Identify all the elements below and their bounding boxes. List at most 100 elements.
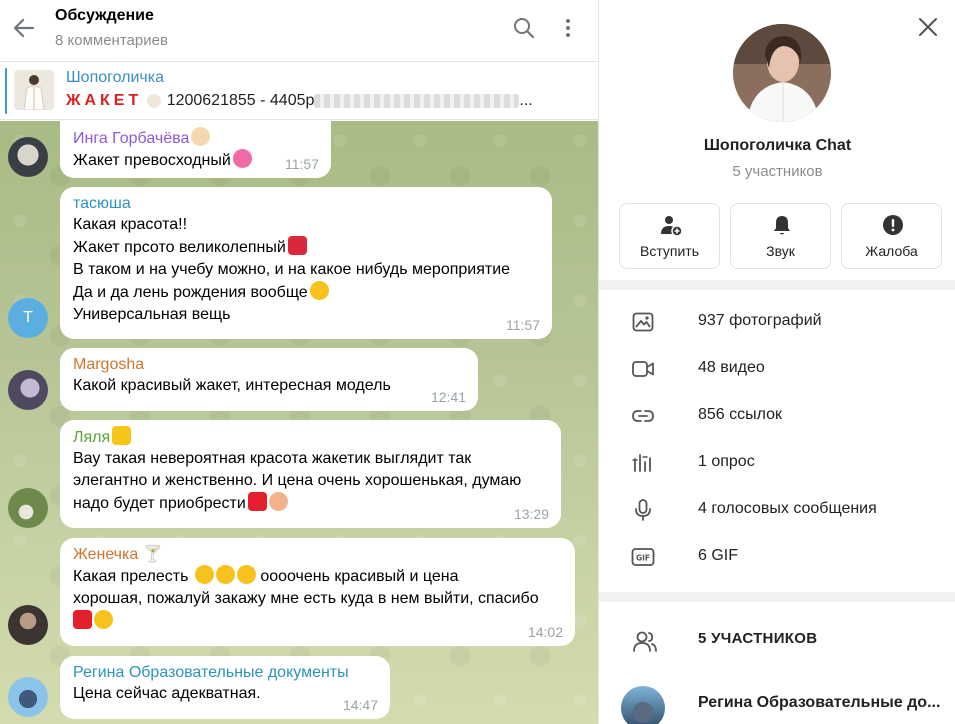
message-bubble: Margosha Какой красивый жакет, интересна…	[60, 348, 478, 411]
message-author[interactable]: Женечка 🍸	[73, 544, 562, 565]
pinned-thumbnail	[14, 70, 54, 110]
message-bubble: Регина Образовательные документы Цена се…	[60, 656, 390, 719]
svg-text:GIF: GIF	[636, 554, 650, 563]
message-text: Жакет превосходный	[73, 149, 318, 172]
videos-count: 48 видео	[698, 359, 765, 376]
photo-icon	[632, 312, 654, 332]
message-time: 11:57	[285, 156, 319, 172]
member-name: Регина Образовательные до...	[698, 694, 941, 711]
blurred-emoji	[146, 93, 161, 108]
hamster-emoji	[191, 127, 211, 146]
report-icon	[883, 215, 903, 235]
message-text: Какая красота!! Жакет прсото великолепны…	[73, 216, 511, 323]
heart-eyes-emoji	[309, 281, 329, 300]
avatar[interactable]	[8, 370, 48, 410]
message-author[interactable]: Инга Горбачёва	[73, 127, 318, 149]
smiling-hearts-emoji	[194, 565, 214, 584]
members-header: 5 УЧАСТНИКОВ	[599, 620, 955, 664]
members-icon	[633, 631, 657, 652]
photos-row[interactable]: 937 фотографий	[599, 300, 955, 344]
blurred-text	[314, 93, 520, 108]
polls-row[interactable]: 1 опрос	[599, 441, 955, 485]
links-row[interactable]: 856 ссылок	[599, 394, 955, 438]
pinned-post[interactable]: Шопоголичка ЖАКЕТ 1200621855 - 4405р...	[0, 62, 598, 120]
chat-name: Шопоголичка Chat	[703, 137, 852, 154]
poll-icon	[632, 454, 651, 472]
chat-header: Обсуждение 8 комментариев	[0, 0, 598, 62]
message-bubble: Инга Горбачёва Жакет превосходный 11:57	[60, 121, 331, 178]
sound-label: Звук	[766, 243, 795, 259]
heart-sparkle-emoji	[232, 149, 252, 168]
voice-row[interactable]: 4 голосовых сообщения	[599, 488, 955, 532]
pinned-title: Шопоголичка	[66, 69, 165, 86]
avatar[interactable]	[8, 137, 48, 177]
message-author[interactable]: Регина Образовательные документы	[73, 662, 377, 683]
message-time: 13:29	[513, 506, 549, 522]
chat-avatar[interactable]	[733, 24, 831, 122]
add-user-icon	[661, 216, 683, 237]
discussion-pane: Обсуждение 8 комментариев Шопоголичка ЖА…	[0, 0, 598, 724]
comment-count: 8 комментариев	[55, 32, 168, 49]
link-icon	[632, 410, 654, 422]
pinned-red-text: ЖАКЕТ	[66, 92, 143, 109]
close-icon[interactable]	[917, 16, 939, 38]
gif-icon: GIF	[631, 548, 655, 566]
avatar[interactable]	[8, 488, 48, 528]
sound-button[interactable]: Звук	[730, 203, 831, 269]
message-bubble: тасюша Какая красота!! Жакет прсото вели…	[60, 187, 552, 339]
avatar[interactable]	[8, 605, 48, 645]
report-label: Жалоба	[865, 243, 918, 259]
join-label: Вступить	[639, 243, 699, 259]
voice-count: 4 голосовых сообщения	[698, 500, 877, 517]
gif-row[interactable]: GIF 6 GIF	[599, 535, 955, 579]
avatar[interactable]	[8, 677, 48, 717]
avatar	[621, 686, 665, 724]
members-title: 5 УЧАСТНИКОВ	[698, 630, 818, 647]
member-row[interactable]: Регина Образовательные до...	[599, 680, 955, 724]
section-divider	[599, 280, 955, 290]
more-vertical-icon[interactable]	[560, 16, 576, 40]
pinned-text: ЖАКЕТ 1200621855 - 4405р...	[66, 92, 586, 110]
yellow-heart-emoji	[112, 426, 132, 445]
chat-info-panel: Шопоголичка Chat 5 участников Вступить З…	[598, 0, 955, 724]
message-time: 14:02	[527, 624, 563, 640]
pinned-ellipsis: ...	[519, 92, 533, 109]
gif-count: 6 GIF	[698, 547, 739, 564]
red-heart-emoji	[247, 492, 267, 511]
links-count: 856 ссылок	[698, 406, 783, 423]
search-icon[interactable]	[512, 16, 536, 40]
message-time: 11:57	[506, 317, 540, 333]
photos-count: 937 фотографий	[698, 312, 822, 329]
message-author[interactable]: Margosha	[73, 354, 465, 375]
join-button[interactable]: Вступить	[619, 203, 720, 269]
bell-icon	[774, 216, 790, 235]
message-text: Вау такая невероятная красота жакетик вы…	[73, 450, 522, 512]
report-button[interactable]: Жалоба	[841, 203, 942, 269]
back-arrow-icon[interactable]	[10, 14, 38, 42]
broken-heart-emoji	[287, 236, 307, 255]
message-time: 14:47	[342, 697, 378, 713]
message-author[interactable]: тасюша	[73, 193, 539, 214]
chat-background: Инга Горбачёва Жакет превосходный 11:57 …	[0, 121, 598, 724]
avatar-letter: Т	[23, 309, 33, 326]
page-title: Обсуждение	[55, 7, 154, 24]
smiling-hearts-emoji	[215, 565, 235, 584]
pinned-price: 1200621855 - 4405р	[166, 92, 315, 109]
message-bubble: Ляля Вау такая невероятная красота жакет…	[60, 420, 561, 528]
action-buttons: Вступить Звук Жалоба	[619, 203, 943, 269]
video-icon	[632, 361, 654, 377]
polls-count: 1 опрос	[698, 453, 755, 470]
message-time: 12:41	[430, 389, 466, 405]
message-text: Цена сейчас адекватная.	[73, 685, 261, 702]
member-count: 5 участников	[732, 163, 823, 180]
microphone-icon	[635, 499, 651, 521]
section-divider	[599, 592, 955, 602]
message-author[interactable]: Ляля	[73, 426, 548, 448]
heart-hands-emoji	[268, 492, 288, 511]
message-text: Какая прелесть оооочень красивый и цена …	[73, 565, 562, 633]
avatar[interactable]: Т	[8, 298, 48, 338]
message-bubble: Женечка 🍸 Какая прелесть оооочень красив…	[60, 538, 575, 646]
videos-row[interactable]: 48 видео	[599, 347, 955, 391]
smile-emoji	[94, 610, 113, 629]
cocktail-emoji: 🍸	[142, 546, 163, 563]
